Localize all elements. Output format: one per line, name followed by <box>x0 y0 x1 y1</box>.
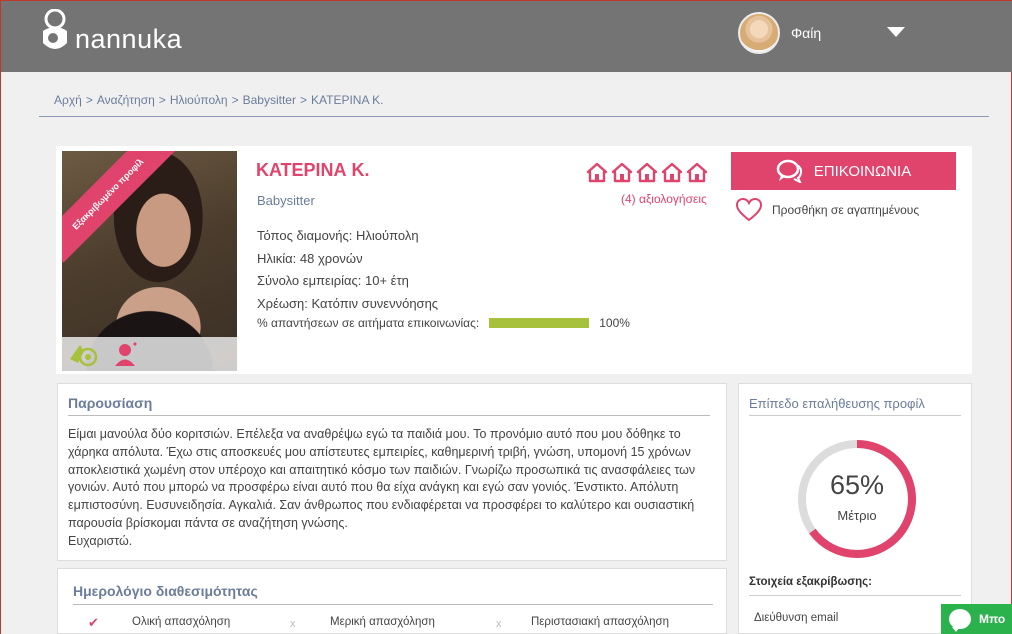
add-favorite-label: Προσθήκη σε αγαπημένους <box>772 203 920 217</box>
verification-email: Διεύθυνση email <box>754 612 839 624</box>
logo-icon <box>43 9 67 49</box>
house-rating-icon <box>586 162 608 183</box>
breadcrumb-category[interactable]: Babysitter <box>243 93 296 107</box>
contact-button[interactable]: ΕΠΙΚΟΙΝΩΝΙΑ <box>731 152 956 190</box>
profile-photo: Εξακριβωμένο προφίλ <box>62 151 237 371</box>
reviews-link[interactable]: (4) αξιολογήσεις <box>621 192 707 206</box>
heart-icon <box>736 198 762 222</box>
verification-panel: Επίπεδο επαλήθευσης προφίλ 65% Μέτριο Στ… <box>738 383 972 634</box>
breadcrumb-separator: > <box>85 93 93 107</box>
availability-occasional: Περιστασιακή απασχόληση <box>531 616 670 628</box>
house-rating-icon <box>611 162 633 183</box>
verified-badge-icon <box>70 345 98 367</box>
availability-full-time: Ολική απασχόληση <box>132 616 231 628</box>
verification-title: Επίπεδο επαλήθευσης προφίλ <box>749 396 925 411</box>
breadcrumb-divider <box>39 116 989 117</box>
breadcrumb-separator: > <box>231 93 239 107</box>
breadcrumb-separator: > <box>158 93 166 107</box>
detail-location: Τόπος διαμονής: Ηλιούπολη <box>257 228 419 243</box>
detail-rate: Χρέωση: Κατόπιν συνεννόησης <box>257 295 439 311</box>
logo[interactable]: nannuka <box>37 9 182 55</box>
breadcrumb-search[interactable]: Αναζήτηση <box>97 93 155 107</box>
house-rating-icon <box>686 162 708 183</box>
chevron-down-icon[interactable] <box>887 27 905 37</box>
verified-ribbon: Εξακριβωμένο προφίλ <box>62 151 177 263</box>
check-icon: ✔ <box>88 615 99 630</box>
house-rating-icon <box>661 162 683 183</box>
presentation-section: Παρουσίαση Είμαι μανούλα δύο κοριτσιών. … <box>57 383 727 561</box>
availability-divider <box>73 604 713 605</box>
profile-role: Babysitter <box>257 193 315 208</box>
chat-icon <box>949 609 971 632</box>
profile-details: Τόπος διαμονής: Ηλιούπολη Ηλικία: 48 χρο… <box>257 225 438 315</box>
response-label: % απαντήσεων σε αιτήματα επικοινωνίας: <box>257 316 480 330</box>
profile-card: Εξακριβωμένο προφίλ ΚΑΤΕΡΙΝΑ Κ. Babysitt… <box>56 146 972 374</box>
chat-widget[interactable]: Μπο <box>941 604 1012 634</box>
profile-name: ΚΑΤΕΡΙΝΑ Κ. <box>256 160 370 180</box>
verification-divider <box>749 595 961 596</box>
contact-button-label: ΕΠΙΚΟΙΝΩΝΙΑ <box>813 162 912 180</box>
chat-bubbles-icon <box>776 159 802 183</box>
breadcrumb-current: ΚΑΤΕΡΙΝΑ Κ. <box>311 93 384 107</box>
verification-divider <box>749 415 961 416</box>
cross-icon: x <box>496 618 502 630</box>
breadcrumb-home[interactable]: Αρχή <box>54 93 82 107</box>
presentation-text: Είμαι μανούλα δύο κοριτσιών. Επέλεξα να … <box>68 426 718 551</box>
presentation-title: Παρουσίαση <box>68 395 153 411</box>
breadcrumb: Αρχή > Αναζήτηση > Ηλιούπολη > Babysitter > ΚΑΤΕ… <box>54 93 383 107</box>
cross-icon: x <box>290 618 296 630</box>
rating-houses <box>586 161 708 183</box>
response-rate: % απαντήσεων σε αιτήματα επικοινωνίας: 1… <box>257 316 630 330</box>
availability-part-time: Μερική απασχόληση <box>330 616 435 628</box>
avatar[interactable] <box>738 12 780 54</box>
breadcrumb-area[interactable]: Ηλιούπολη <box>170 93 228 107</box>
top-bar: nannuka Φαίη <box>1 0 1012 72</box>
badge-strip <box>62 337 237 371</box>
verification-level: Μέτριο <box>837 508 877 523</box>
babysitter-badge-icon <box>115 342 137 366</box>
verification-percent: 65% <box>829 470 885 500</box>
breadcrumb-separator: > <box>299 93 307 107</box>
response-value: 100% <box>599 316 630 330</box>
add-favorite-button[interactable]: Προσθήκη σε αγαπημένους <box>736 198 919 222</box>
availability-section: Ημερολόγιο διαθεσιμότητας ✔ Ολική απασχό… <box>57 568 727 634</box>
chat-label: Μπο <box>979 612 1006 626</box>
presentation-divider <box>68 415 710 416</box>
logo-text: nannuka <box>75 23 183 54</box>
user-name[interactable]: Φαίη <box>791 25 821 41</box>
detail-age: Ηλικία: 48 χρονών <box>257 250 363 266</box>
presentation-closing: Ευχαριστώ. <box>68 533 133 548</box>
response-bar <box>489 318 590 328</box>
house-rating-icon <box>636 162 658 183</box>
verification-details-title: Στοιχεία εξακρίβωσης: <box>749 576 872 588</box>
detail-experience: Σύνολο εμπειρίας: 10+ έτη <box>257 273 409 288</box>
presentation-body: Είμαι μανούλα δύο κοριτσιών. Επέλεξα να … <box>68 427 696 530</box>
user-menu[interactable]: Φαίη <box>738 12 821 54</box>
availability-title: Ημερολόγιο διαθεσιμότητας <box>73 583 258 599</box>
